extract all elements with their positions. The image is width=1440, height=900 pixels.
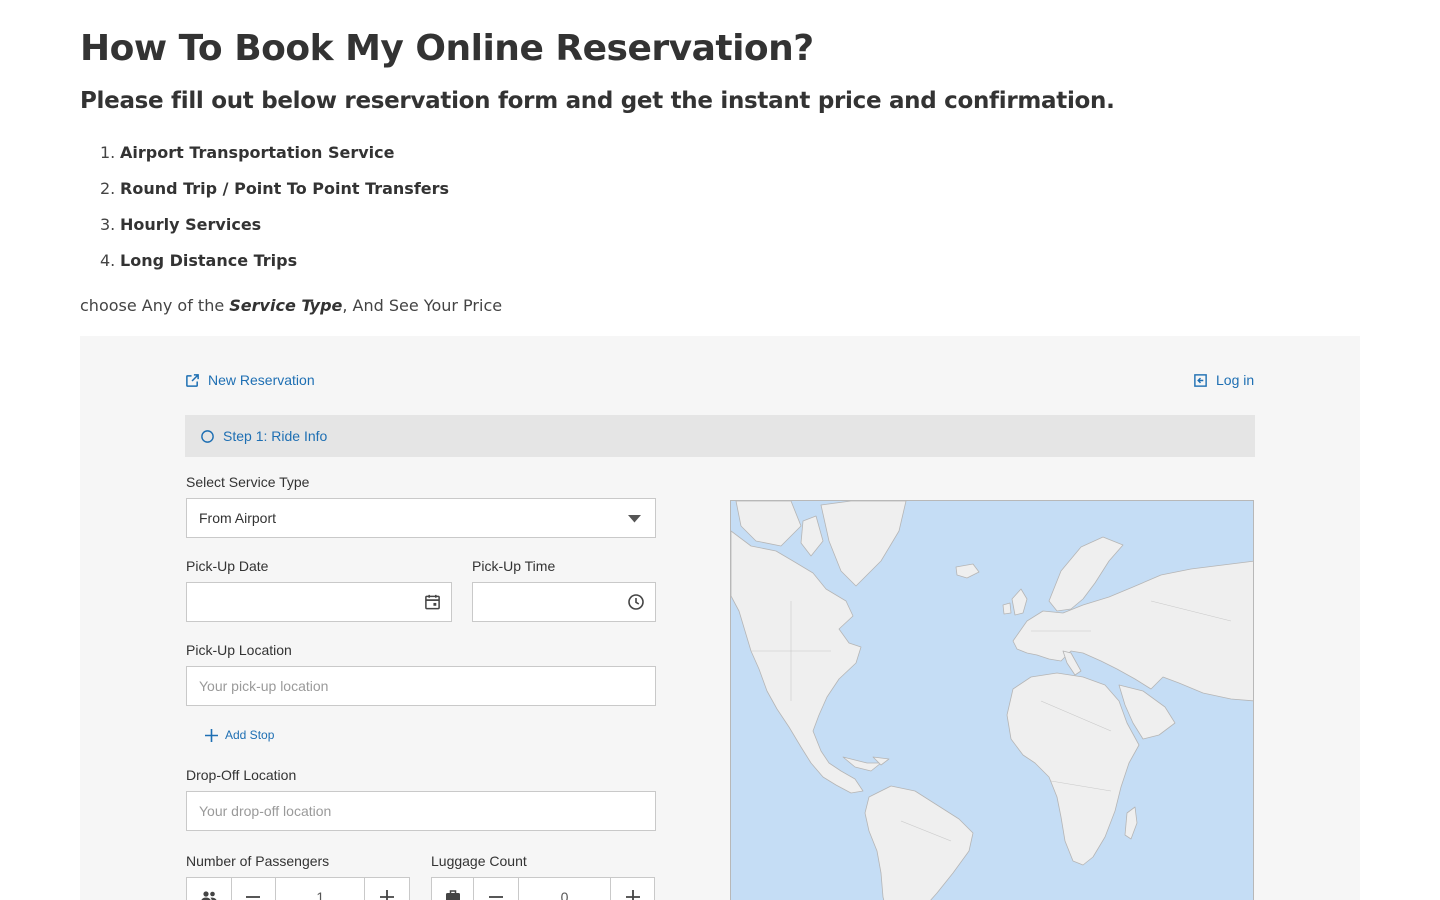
passengers-label: Number of Passengers [186,853,330,869]
service-item-label: Round Trip / Point To Point Transfers [120,178,450,198]
luggage-value[interactable]: 0 [519,878,611,900]
page-subtitle: Please fill out below reservation form a… [80,88,1115,114]
service-item: 3. Hourly Services [100,214,262,234]
service-item: 1. Airport Transportation Service [100,142,395,162]
page-title: How To Book My Online Reservation? [80,28,814,69]
choose-service-text: choose Any of the Service Type, And See … [80,296,503,315]
pickup-date-field[interactable] [199,594,451,610]
step-label: Step 1: Ride Info [223,428,328,444]
add-stop-button[interactable]: Add Stop [205,728,274,742]
pickup-date-input[interactable] [186,582,452,622]
minus-icon [489,896,503,898]
dropoff-location-label: Drop-Off Location [186,767,297,783]
luggage-label: Luggage Count [431,853,527,869]
passengers-decrement-button[interactable] [232,878,277,900]
login-label: Log in [1216,372,1255,388]
service-type-label: Select Service Type [186,474,310,490]
luggage-increment-button[interactable] [611,878,654,900]
world-map[interactable] [731,501,1254,900]
service-list: 1. Airport Transportation Service 2. Round… [100,134,449,278]
new-reservation-label: New Reservation [208,372,315,388]
pickup-location-label: Pick-Up Location [186,642,292,658]
service-item: 2. Round Trip / Point To Point Transfers [100,178,450,198]
plus-icon [625,890,640,900]
passengers-icon [187,878,232,900]
service-type-select[interactable]: From Airport [186,498,656,538]
service-type-emphasis: Service Type [229,296,343,315]
login-link[interactable]: Log in [1193,372,1254,388]
clock-icon[interactable] [627,593,645,611]
calendar-icon[interactable] [424,593,441,611]
passengers-increment-button[interactable] [365,878,409,900]
external-link-icon [186,373,199,387]
service-type-value: From Airport [199,510,277,526]
dropoff-location-field[interactable] [199,803,655,819]
plus-icon [205,728,218,742]
add-stop-label: Add Stop [225,728,275,742]
login-icon [1194,373,1207,387]
route-map[interactable] [730,500,1254,900]
step-ride-info[interactable]: Step 1: Ride Info [185,415,1255,457]
pickup-location-input[interactable] [186,666,656,706]
step-circle-icon [201,429,214,443]
service-item-label: Airport Transportation Service [120,142,395,162]
service-item: 4. Long Distance Trips [100,250,298,270]
pickup-time-input[interactable] [472,582,656,622]
luggage-stepper[interactable]: 0 [431,877,655,900]
dropdown-arrow-icon [628,515,641,523]
pickup-location-field[interactable] [199,678,655,694]
new-reservation-link[interactable]: New Reservation [185,372,315,388]
luggage-decrement-button[interactable] [474,878,519,900]
service-item-label: Hourly Services [120,214,262,234]
dropoff-location-input[interactable] [186,791,656,831]
passengers-value[interactable]: 1 [276,878,366,900]
minus-icon [246,896,261,898]
passengers-stepper[interactable]: 1 [186,877,410,900]
plus-icon [380,890,395,900]
luggage-icon [432,878,474,900]
pickup-time-label: Pick-Up Time [472,558,556,574]
service-item-label: Long Distance Trips [120,250,298,270]
pickup-date-label: Pick-Up Date [186,558,269,574]
